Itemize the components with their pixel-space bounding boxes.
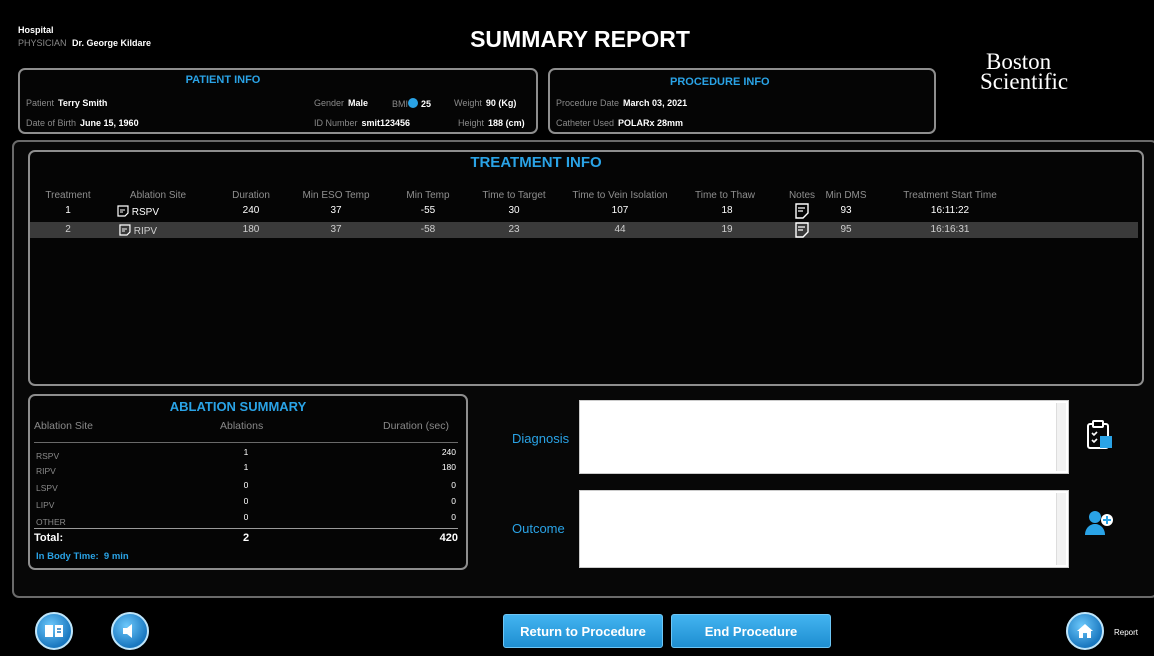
physician-line: PHYSICIAN Dr. George Kildare xyxy=(18,38,151,48)
in-body-time: In Body Time: 9 min xyxy=(36,551,129,562)
diagnosis-scrollbar[interactable] xyxy=(1056,403,1066,471)
boston-scientific-logo: Boston Scientific xyxy=(980,50,1069,94)
col-treatment: Treatment xyxy=(45,190,91,201)
col-notes: Notes xyxy=(788,190,816,201)
home-button[interactable] xyxy=(1066,612,1104,650)
notes-icon[interactable] xyxy=(795,222,809,238)
total-label: Total: xyxy=(34,532,64,544)
summary-ablations: 1 xyxy=(243,462,249,472)
sound-button[interactable] xyxy=(111,612,149,650)
col-duration: Duration xyxy=(232,190,270,201)
bmi-info-icon[interactable] xyxy=(408,98,419,108)
summary-site: RIPV xyxy=(36,466,56,476)
note-icon xyxy=(119,224,131,236)
summary-duration: 0 xyxy=(451,496,456,506)
summary-duration: 240 xyxy=(441,447,456,457)
col-duration-sec: Duration (sec) xyxy=(383,420,449,432)
procedure-date-field: Procedure Date March 03, 2021 xyxy=(556,98,688,108)
summary-site: LSPV xyxy=(36,483,58,493)
col-min-temp: Min Temp xyxy=(406,190,450,201)
diagnosis-label: Diagnosis xyxy=(512,431,570,446)
speaker-icon xyxy=(123,624,132,638)
outcome-textarea[interactable] xyxy=(579,490,1069,568)
treatment-row[interactable]: 2 RIPV 180 37 -58 23 44 19 95 16:16:31 xyxy=(30,222,1138,238)
hospital-label: Hospital xyxy=(18,25,54,35)
report-label: Report xyxy=(1114,628,1139,637)
physician-label: PHYSICIAN xyxy=(18,38,67,48)
id-field: ID Number smit123456 xyxy=(314,118,411,128)
summary-duration: 0 xyxy=(451,512,456,522)
summary-site: LIPV xyxy=(36,500,55,510)
summary-site: OTHER xyxy=(36,517,66,527)
treatment-info-panel: TREATMENT INFO xyxy=(28,150,1144,386)
col-ablations: Ablations xyxy=(220,420,264,432)
total-duration: 420 xyxy=(439,532,458,544)
height-field: Height 188 (cm) xyxy=(458,118,525,128)
procedure-info-panel: PROCEDURE INFO Procedure Date March 03, 2… xyxy=(548,68,936,134)
weight-field: Weight 90 (Kg) xyxy=(454,98,517,108)
note-icon xyxy=(117,205,129,217)
total-ablations: 2 xyxy=(242,532,250,544)
patient-info-title: PATIENT INFO xyxy=(185,74,261,86)
col-time-to-target: Time to Target xyxy=(482,190,546,201)
book-icon xyxy=(45,625,63,637)
page-title: SUMMARY REPORT xyxy=(470,26,690,52)
summary-ablations: 0 xyxy=(243,496,249,506)
manual-book-button[interactable] xyxy=(35,612,73,650)
summary-duration: 180 xyxy=(441,462,456,472)
summary-ablations: 0 xyxy=(243,512,249,522)
catheter-field: Catheter Used POLARx 28mm xyxy=(556,118,684,128)
notes-icon[interactable] xyxy=(795,203,809,219)
divider xyxy=(34,528,458,529)
summary-duration: 0 xyxy=(451,480,456,490)
treatment-row[interactable]: 1 RSPV 240 37 -55 30 107 18 93 16:11:22 xyxy=(30,203,1138,219)
end-procedure-button[interactable]: End Procedure xyxy=(671,614,831,648)
col-min-dms: Min DMS xyxy=(825,190,867,201)
col-ablation-site-summary: Ablation Site xyxy=(34,420,93,432)
col-treatment-start-time: Treatment Start Time xyxy=(903,190,997,201)
treatment-info-title: TREATMENT INFO xyxy=(470,154,602,171)
outcome-scrollbar[interactable] xyxy=(1056,493,1066,565)
summary-site: RSPV xyxy=(36,451,60,461)
summary-ablations: 1 xyxy=(243,447,249,457)
col-min-eso-temp: Min ESO Temp xyxy=(302,190,370,201)
physician-name: Dr. George Kildare xyxy=(72,38,152,48)
col-time-to-vein-isolation: Time to Vein Isolation xyxy=(572,190,668,201)
add-physician-icon[interactable] xyxy=(1083,508,1115,536)
outcome-label: Outcome xyxy=(512,521,565,536)
summary-ablations: 0 xyxy=(243,480,249,490)
dob-field: Date of Birth June 15, 1960 xyxy=(26,118,139,128)
clipboard-icon[interactable] xyxy=(1084,419,1114,451)
divider xyxy=(34,442,458,443)
gender-field: Gender Male xyxy=(314,98,369,108)
return-to-procedure-button[interactable]: Return to Procedure xyxy=(503,614,663,648)
logo-line2: Scientific xyxy=(980,69,1069,94)
diagnosis-textarea[interactable] xyxy=(579,400,1069,474)
col-time-to-thaw: Time to Thaw xyxy=(694,190,756,201)
patient-name-field: Patient Terry Smith xyxy=(26,98,108,108)
patient-info-panel: PATIENT INFO Patient Terry Smith Date of … xyxy=(18,68,538,134)
bmi-field: BMI 25 xyxy=(392,98,432,109)
ablation-summary-title: ABLATION SUMMARY xyxy=(169,399,307,414)
col-ablation-site: Ablation Site xyxy=(129,190,187,201)
home-icon xyxy=(1077,624,1093,638)
procedure-info-title: PROCEDURE INFO xyxy=(670,76,770,88)
